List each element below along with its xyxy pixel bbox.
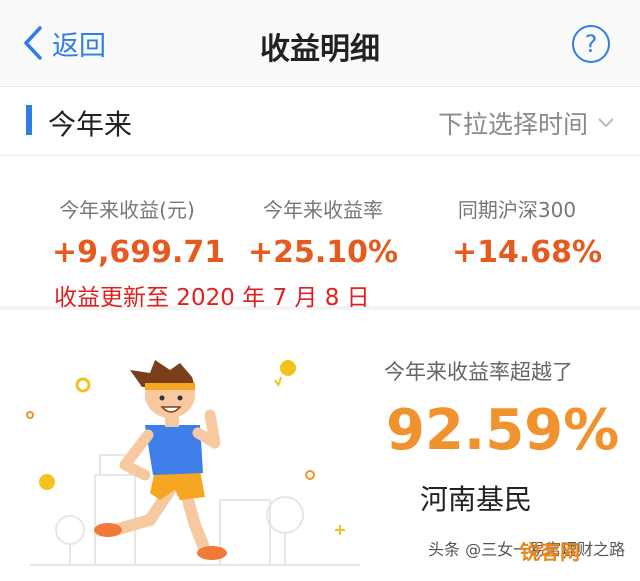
help-icon[interactable]: ? (572, 25, 610, 63)
stat-value: +25.10% (248, 235, 399, 270)
stat-ytd-profit: 今年来收益(元) +9,699.71 (52, 194, 226, 270)
ranking-card: 今年来收益率超越了 92.59% 河南基民 头条 @三女一易富理财之路 锐客网 (0, 310, 640, 581)
section-title: 今年来 (48, 108, 133, 141)
watermark-logo: 锐客网 (520, 540, 580, 564)
stat-benchmark: 同期沪深300 +14.68% (452, 194, 603, 270)
stat-value: +9,699.71 (52, 235, 226, 270)
stat-label: 今年来收益率 (263, 198, 383, 222)
section-accent-bar (26, 105, 32, 135)
navigation-bar: 返回 收益明细 ? (0, 0, 640, 87)
beat-label: 今年来收益率超越了 (384, 360, 573, 384)
beat-percentage: 92.59% (386, 398, 620, 463)
stat-label: 今年来收益(元) (59, 198, 195, 222)
region-label: 河南基民 (420, 483, 533, 516)
chevron-down-icon (598, 118, 614, 128)
runner-illustration (26, 360, 360, 566)
stat-label: 同期沪深300 (457, 198, 577, 222)
stat-ytd-return: 今年来收益率 +25.10% (248, 194, 398, 270)
time-picker[interactable]: 下拉选择时间 (438, 105, 614, 141)
stats-panel: 今年来收益(元) +9,699.71 今年来收益率 +25.10% 同期沪深30… (0, 156, 640, 311)
page-title: 收益明细 (260, 32, 380, 67)
time-picker-label: 下拉选择时间 (437, 110, 588, 139)
update-note: 收益更新至 2020 年 7 月 8 日 (54, 285, 370, 311)
period-section: 今年来 下拉选择时间 (0, 87, 640, 156)
stat-value: +14.68% (452, 235, 603, 270)
